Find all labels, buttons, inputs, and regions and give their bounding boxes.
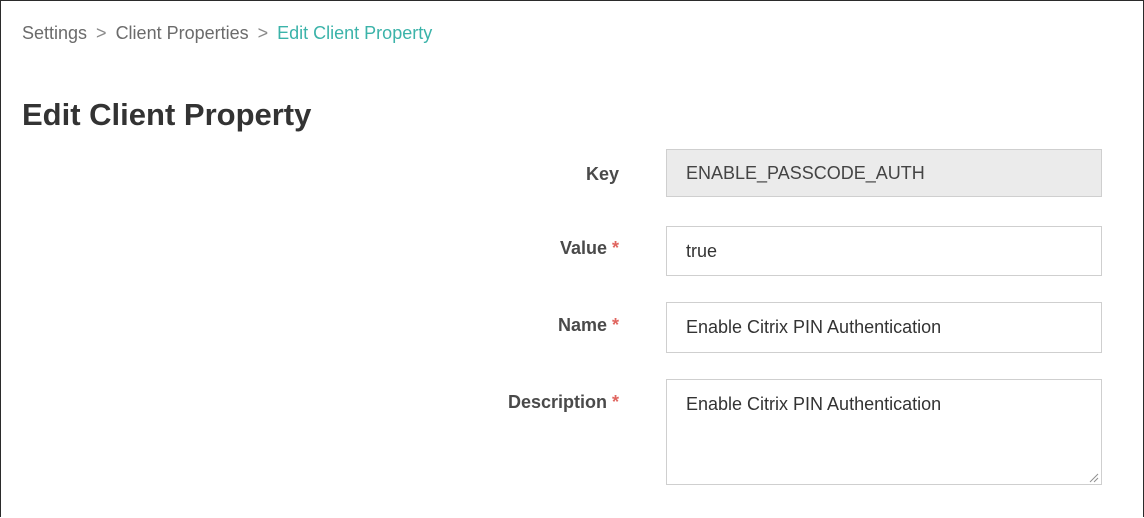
key-field — [666, 149, 1102, 197]
breadcrumb-settings-link[interactable]: Settings — [22, 23, 87, 43]
required-asterisk: * — [611, 315, 619, 335]
required-asterisk: * — [611, 238, 619, 258]
description-field[interactable]: Enable Citrix PIN Authentication — [666, 379, 1102, 485]
key-label: Key — [585, 164, 619, 184]
breadcrumb-separator: > — [96, 23, 107, 43]
breadcrumb-client-properties-link[interactable]: Client Properties — [116, 23, 249, 43]
name-label: Name * — [557, 315, 619, 335]
required-asterisk: * — [611, 392, 619, 412]
description-label: Description * — [507, 392, 619, 412]
breadcrumb: Settings > Client Properties > Edit Client P… — [22, 23, 432, 44]
edit-client-property-page: Settings > Client Properties > Edit Client P… — [0, 0, 1144, 517]
breadcrumb-current: Edit Client Property — [277, 23, 433, 43]
page-title: Edit Client Property — [22, 97, 312, 132]
resize-grip-icon[interactable] — [1089, 473, 1099, 483]
value-label: Value * — [559, 238, 619, 258]
name-field[interactable] — [666, 302, 1102, 353]
value-field[interactable] — [666, 226, 1102, 276]
breadcrumb-separator: > — [257, 23, 269, 43]
